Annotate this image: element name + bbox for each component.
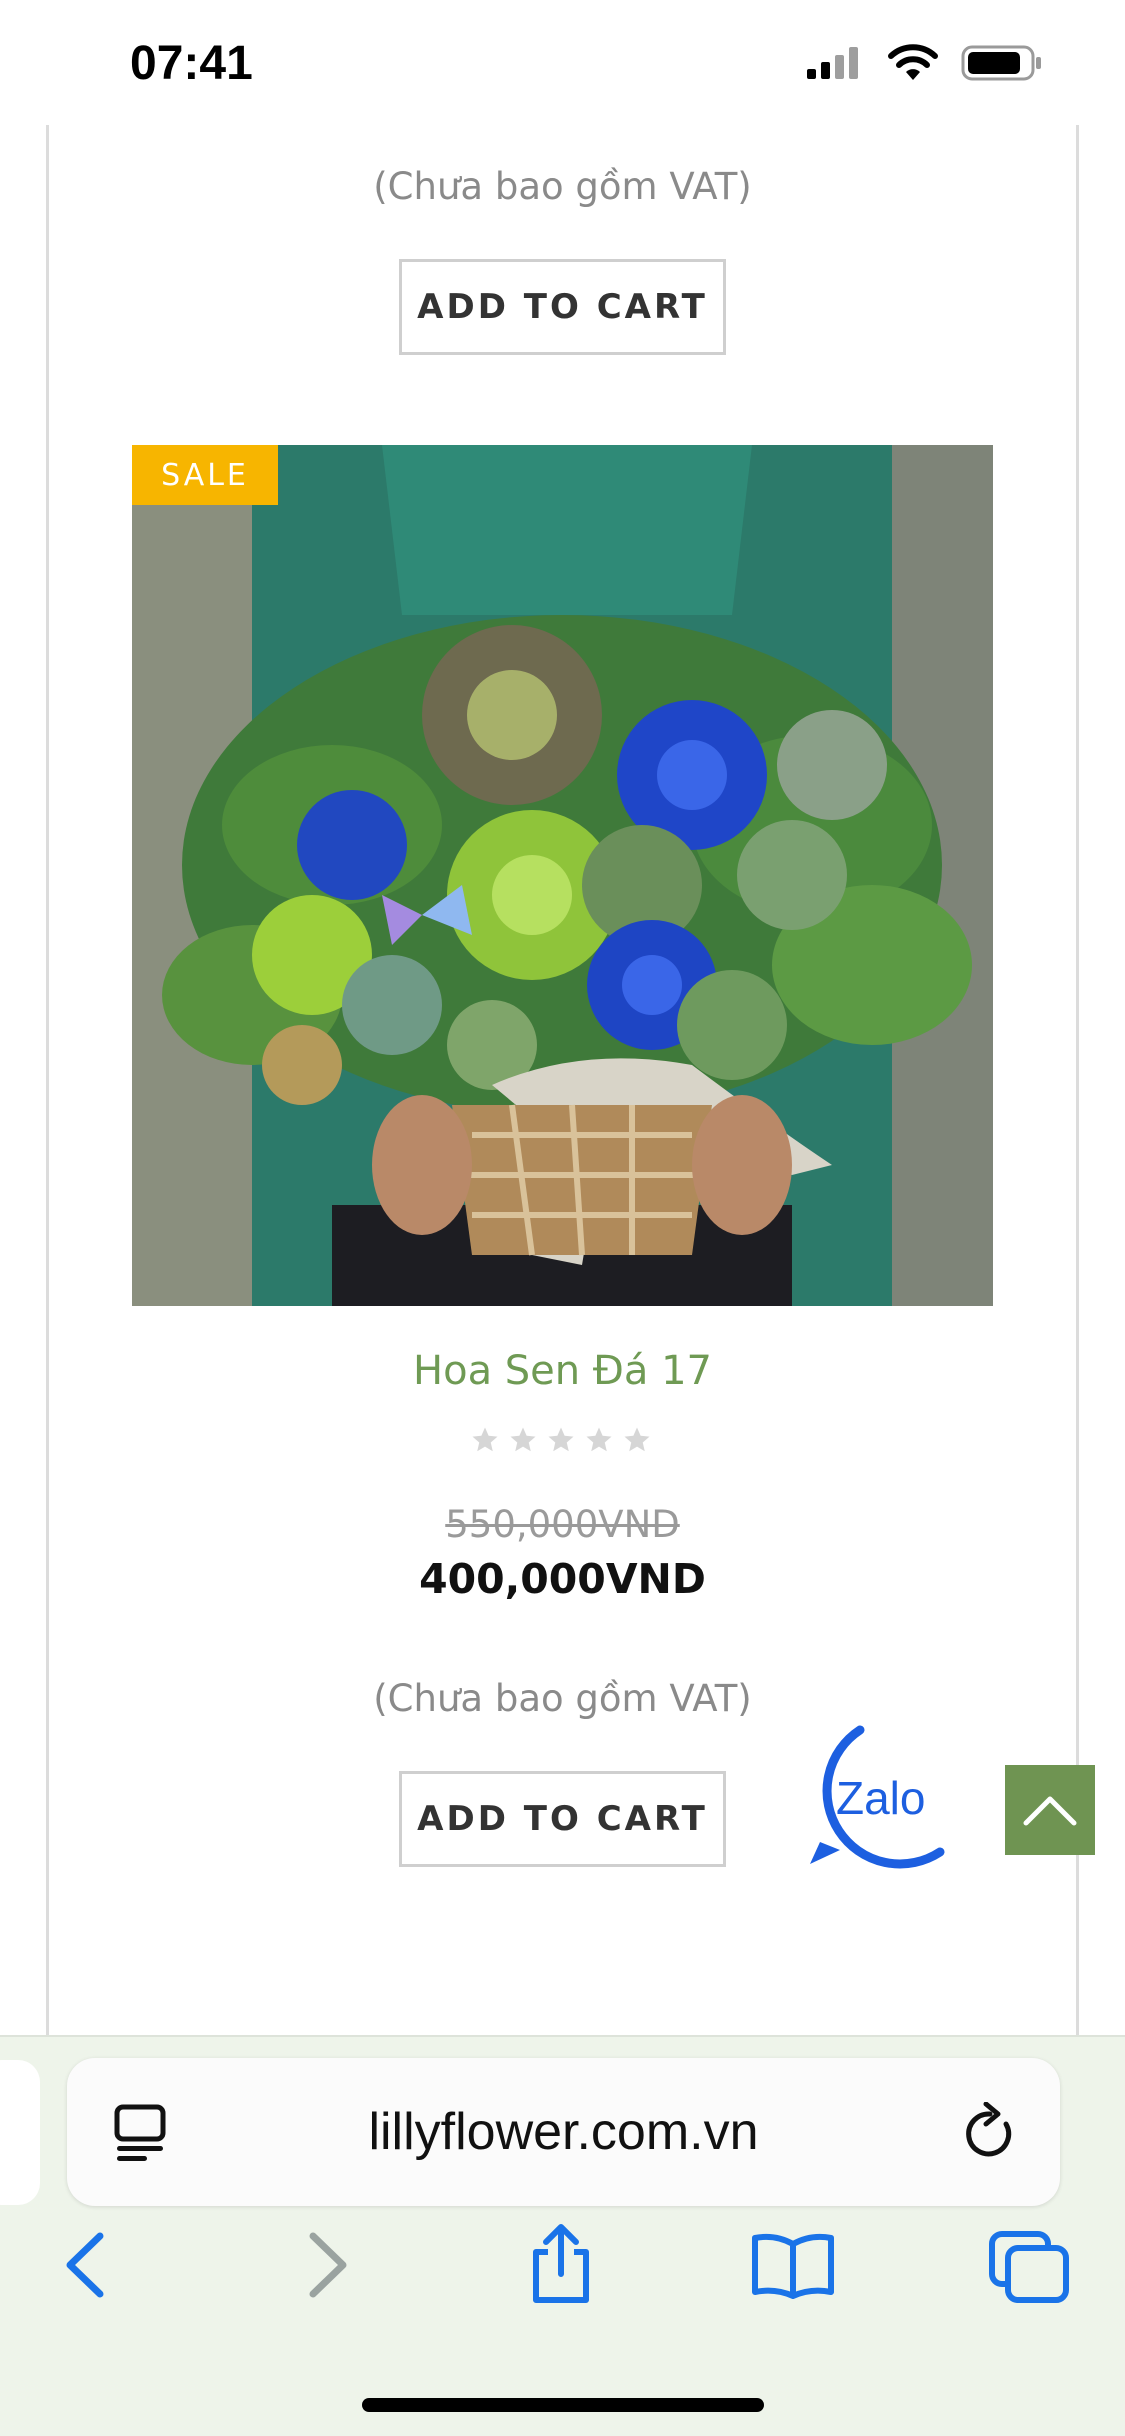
url-text[interactable]: lillyflower.com.vn [67, 2058, 1060, 2206]
zalo-label: Zalo [836, 1772, 925, 1824]
reload-icon[interactable] [962, 2102, 1018, 2164]
browser-toolbar [0, 2224, 1125, 2330]
sale-badge: SALE [132, 445, 278, 505]
wifi-icon [888, 44, 938, 80]
forward-icon[interactable] [305, 2230, 351, 2300]
bookmarks-icon[interactable] [750, 2230, 836, 2300]
vat-note: (Chưa bao gồm VAT) [373, 1677, 752, 1720]
cellular-signal-icon [807, 47, 858, 79]
star-icon [548, 1427, 574, 1452]
home-indicator [362, 2398, 764, 2412]
zalo-chat-button[interactable]: Zalo [800, 1722, 950, 1872]
vat-note: (Chưa bao gồm VAT) [373, 165, 752, 208]
zalo-icon: Zalo [810, 1725, 945, 1869]
flower-basket-illustration [132, 445, 993, 1306]
star-icon [510, 1427, 536, 1452]
product-image[interactable] [132, 445, 993, 1306]
star-icon [624, 1427, 650, 1452]
battery-icon [961, 45, 1041, 81]
status-time: 07:41 [130, 37, 253, 90]
product-title-link[interactable]: Hoa Sen Đá 17 [0, 1348, 1125, 1394]
add-to-cart-button[interactable]: ADD TO CART [399, 1771, 726, 1867]
status-bar: 07:41 [0, 0, 1125, 125]
star-icon [586, 1427, 612, 1452]
star-rating [470, 1425, 652, 1455]
add-to-cart-button[interactable]: ADD TO CART [399, 259, 726, 355]
old-price: 550,000VND [445, 1503, 680, 1546]
star-icon [472, 1427, 498, 1452]
page-menu-icon[interactable] [113, 2104, 167, 2162]
status-icons [805, 44, 1043, 82]
content-border-left [46, 125, 49, 2035]
address-bar[interactable]: lillyflower.com.vn [67, 2058, 1060, 2206]
back-icon[interactable] [62, 2230, 108, 2300]
scroll-to-top-button[interactable] [1005, 1765, 1095, 1855]
share-icon[interactable] [526, 2222, 596, 2306]
previous-tab-card[interactable] [0, 2060, 40, 2205]
tabs-icon[interactable] [988, 2230, 1070, 2304]
content-border-right [1076, 125, 1079, 2035]
sale-price: 400,000VND [419, 1555, 706, 1603]
chevron-up-icon [1023, 1796, 1077, 1826]
